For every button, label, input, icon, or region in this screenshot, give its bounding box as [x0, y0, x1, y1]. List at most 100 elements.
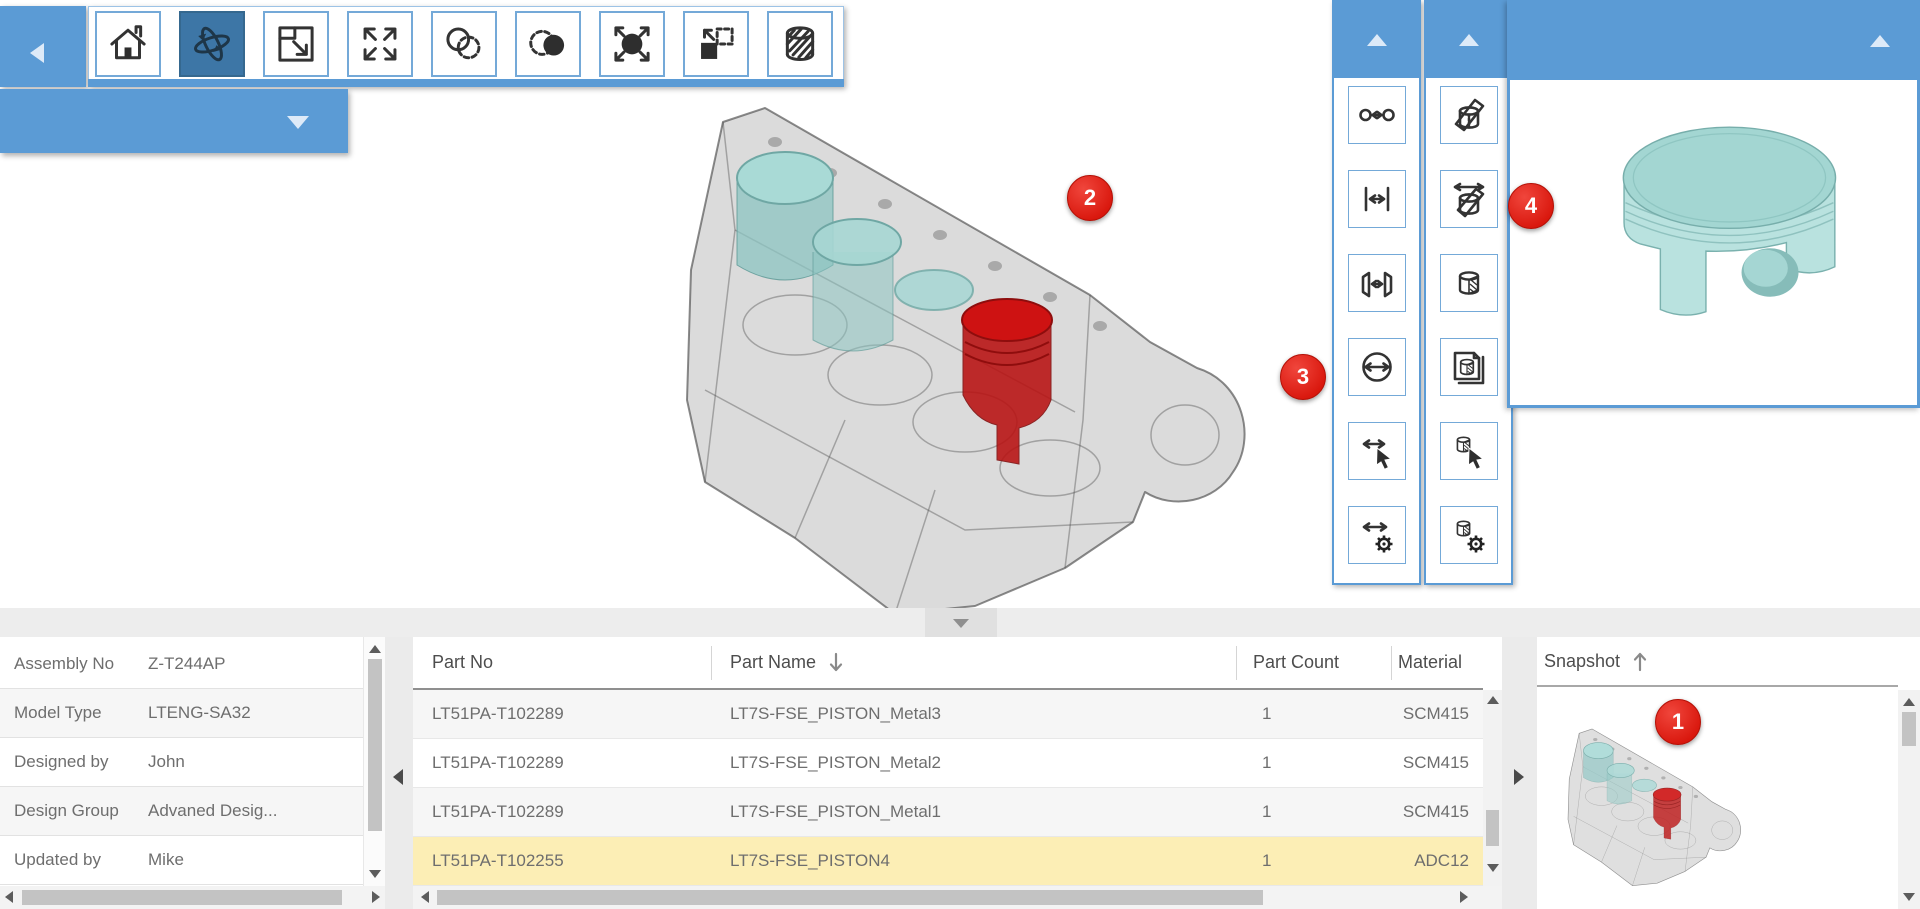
engine-assembly-model[interactable]: [645, 90, 1265, 608]
distance-plane-to-plane-button[interactable]: [1348, 254, 1406, 312]
cell-material: ADC12: [1392, 851, 1483, 871]
scroll-down-icon[interactable]: [1487, 864, 1499, 872]
distance-circle-to-circle-button[interactable]: [1348, 86, 1406, 144]
scrollbar-thumb[interactable]: [437, 890, 1263, 905]
toolbar-accent-bar: [88, 79, 844, 87]
scroll-right-icon[interactable]: [1460, 891, 1468, 903]
column-header-material[interactable]: Material: [1392, 646, 1483, 680]
sort-desc-icon: [829, 652, 843, 674]
scroll-left-icon[interactable]: [421, 891, 429, 903]
section-plane-move-button[interactable]: [1440, 170, 1498, 228]
cell-part-count: 1: [1237, 753, 1392, 773]
info-value: John: [148, 752, 363, 772]
section-plane-move-icon: [1449, 179, 1489, 219]
cross-section-icon: [777, 21, 823, 67]
cell-material: SCM415: [1392, 802, 1483, 822]
diameter-button[interactable]: [1348, 338, 1406, 396]
column-header-part-name[interactable]: Part Name: [712, 646, 1237, 680]
info-row: Model Type LTENG-SA32: [0, 689, 363, 738]
section-pick-button[interactable]: [1440, 422, 1498, 480]
scrollbar-thumb[interactable]: [368, 659, 382, 831]
table-row[interactable]: LT51PA-T102289 LT7S-FSE_PISTON_Metal1 1 …: [413, 788, 1483, 837]
column-label: Part No: [432, 652, 493, 673]
scroll-up-icon[interactable]: [369, 645, 381, 653]
expand-part-button[interactable]: [599, 11, 665, 77]
distance-circle-to-circle-icon: [1357, 95, 1397, 135]
measure-panel-header[interactable]: [1332, 0, 1421, 78]
section-plane-button[interactable]: [1440, 86, 1498, 144]
scroll-right-icon[interactable]: [372, 891, 380, 903]
collapse-info-panel-divider[interactable]: [385, 637, 413, 909]
cell-part-count: 1: [1237, 704, 1392, 724]
table-row[interactable]: LT51PA-T102289 LT7S-FSE_PISTON_Metal3 1 …: [413, 690, 1483, 739]
badge-viewport-number: 2: [1084, 185, 1096, 211]
cell-part-no: LT51PA-T102255: [413, 851, 712, 871]
cell-material: SCM415: [1392, 753, 1483, 773]
table-horizontal-scrollbar[interactable]: [413, 886, 1502, 909]
table-vertical-scrollbar[interactable]: [1483, 690, 1502, 886]
piston-preview-model[interactable]: [1583, 103, 1883, 338]
home-icon: [105, 21, 151, 67]
cell-part-name: LT7S-FSE_PISTON_Metal3: [712, 704, 1237, 724]
home-button[interactable]: [95, 11, 161, 77]
measure-settings-button[interactable]: [1348, 506, 1406, 564]
column-label: Part Count: [1253, 652, 1339, 673]
scroll-up-icon[interactable]: [1487, 696, 1499, 704]
info-row: Updated by Mike: [0, 836, 363, 885]
snapshot-title: Snapshot: [1544, 651, 1620, 672]
column-label: Material: [1398, 652, 1462, 673]
scroll-down-icon[interactable]: [1903, 893, 1915, 901]
table-row[interactable]: LT51PA-T102289 LT7S-FSE_PISTON_Metal2 1 …: [413, 739, 1483, 788]
snapshot-thumbnail[interactable]: [1555, 723, 1747, 891]
zoom-window-button[interactable]: [263, 11, 329, 77]
orbit-rotate-icon: [189, 21, 235, 67]
cross-section-button[interactable]: [767, 11, 833, 77]
collapse-left-panel-button[interactable]: [0, 6, 86, 87]
section-snapshot-button[interactable]: [1440, 338, 1498, 396]
orbit-rotate-button[interactable]: [179, 11, 245, 77]
chevron-right-icon: [1514, 769, 1524, 785]
collapse-bottom-panel-tab[interactable]: [925, 608, 997, 637]
snapshot-column-header[interactable]: Snapshot: [1537, 637, 1898, 687]
isolate-part-button[interactable]: [515, 11, 581, 77]
snapshot-vertical-scrollbar[interactable]: [1898, 690, 1920, 909]
scrollbar-thumb[interactable]: [22, 890, 342, 905]
collapse-snapshot-panel-divider[interactable]: [1502, 637, 1537, 909]
replace-part-icon: [693, 21, 739, 67]
section-snapshot-icon: [1449, 347, 1489, 387]
preview-panel-header[interactable]: [1507, 0, 1920, 80]
scroll-down-icon[interactable]: [369, 870, 381, 878]
scroll-up-icon[interactable]: [1903, 698, 1915, 706]
cell-part-no: LT51PA-T102289: [413, 753, 712, 773]
section-panel-header[interactable]: [1424, 0, 1513, 78]
zoom-window-icon: [273, 21, 319, 67]
section-settings-button[interactable]: [1440, 506, 1498, 564]
column-header-part-no[interactable]: Part No: [413, 646, 712, 680]
isolate-part-icon: [525, 21, 571, 67]
section-cut-button[interactable]: [1440, 254, 1498, 312]
cell-material: SCM415: [1392, 704, 1483, 724]
scrollbar-thumb[interactable]: [1902, 712, 1916, 746]
section-plane-icon: [1449, 95, 1489, 135]
expand-left-panel-bar[interactable]: [0, 89, 348, 153]
info-vertical-scrollbar[interactable]: [363, 637, 385, 886]
badge-viewport: 2: [1067, 175, 1113, 221]
snapshot-panel: Snapshot: [1537, 637, 1898, 909]
fit-view-button[interactable]: [347, 11, 413, 77]
cell-part-name: LT7S-FSE_PISTON4: [712, 851, 1237, 871]
distance-plane-to-plane-icon: [1357, 263, 1397, 303]
table-row-selected[interactable]: LT51PA-T102255 LT7S-FSE_PISTON4 1 ADC12: [413, 837, 1483, 886]
info-horizontal-scrollbar[interactable]: [0, 886, 385, 909]
overlap-parts-button[interactable]: [431, 11, 497, 77]
expand-part-icon: [609, 21, 655, 67]
distance-line-to-line-button[interactable]: [1348, 170, 1406, 228]
scroll-left-icon[interactable]: [5, 891, 13, 903]
info-label: Model Type: [0, 703, 148, 723]
badge-snapshot-number: 1: [1672, 709, 1684, 735]
scrollbar-thumb[interactable]: [1486, 810, 1499, 846]
column-header-part-count[interactable]: Part Count: [1237, 646, 1392, 680]
replace-part-button[interactable]: [683, 11, 749, 77]
view-toolbar: [88, 6, 844, 87]
measure-pick-button[interactable]: [1348, 422, 1406, 480]
cell-part-no: LT51PA-T102289: [413, 704, 712, 724]
